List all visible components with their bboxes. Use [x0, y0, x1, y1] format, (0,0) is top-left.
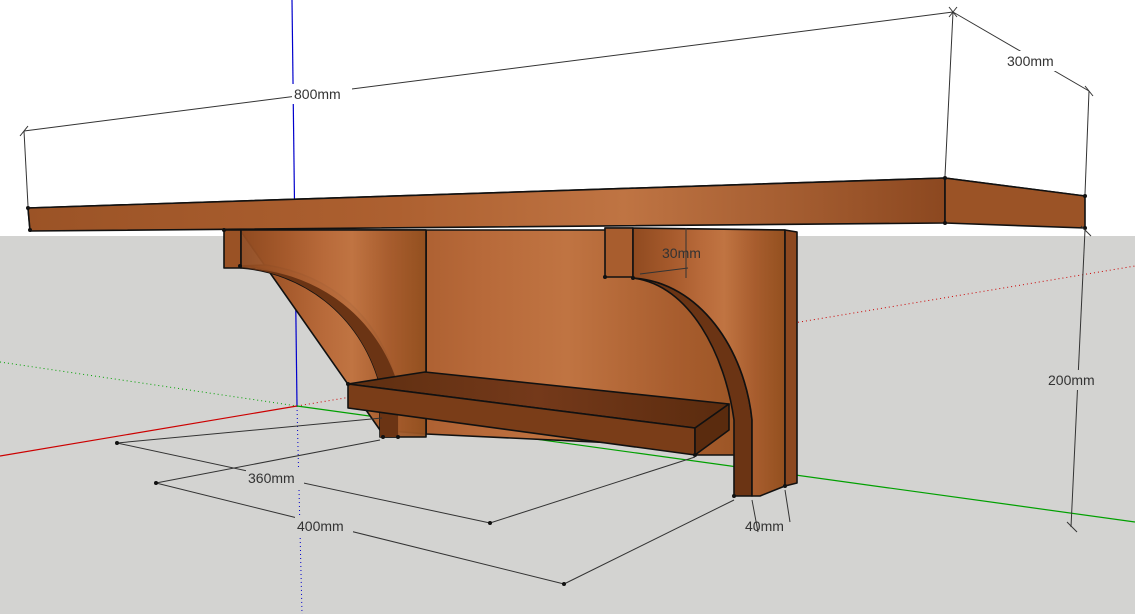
sketchup-viewport[interactable]: 800mm 300mm 200mm 30mm 360mm 400mm 40mm: [0, 0, 1135, 614]
right-bracket-side: [784, 229, 798, 487]
dimension-label-800: 800mm: [294, 86, 341, 102]
dimension-label-360: 360mm: [248, 470, 295, 486]
dimension-label-200: 200mm: [1048, 372, 1095, 388]
right-bracket-notch: [604, 227, 634, 278]
left-bracket-face: [223, 229, 242, 269]
dimension-label-30: 30mm: [662, 245, 701, 261]
dimension-label-300: 300mm: [1007, 53, 1054, 69]
dimension-label-400: 400mm: [297, 518, 344, 534]
dimension-label-40: 40mm: [745, 518, 784, 534]
